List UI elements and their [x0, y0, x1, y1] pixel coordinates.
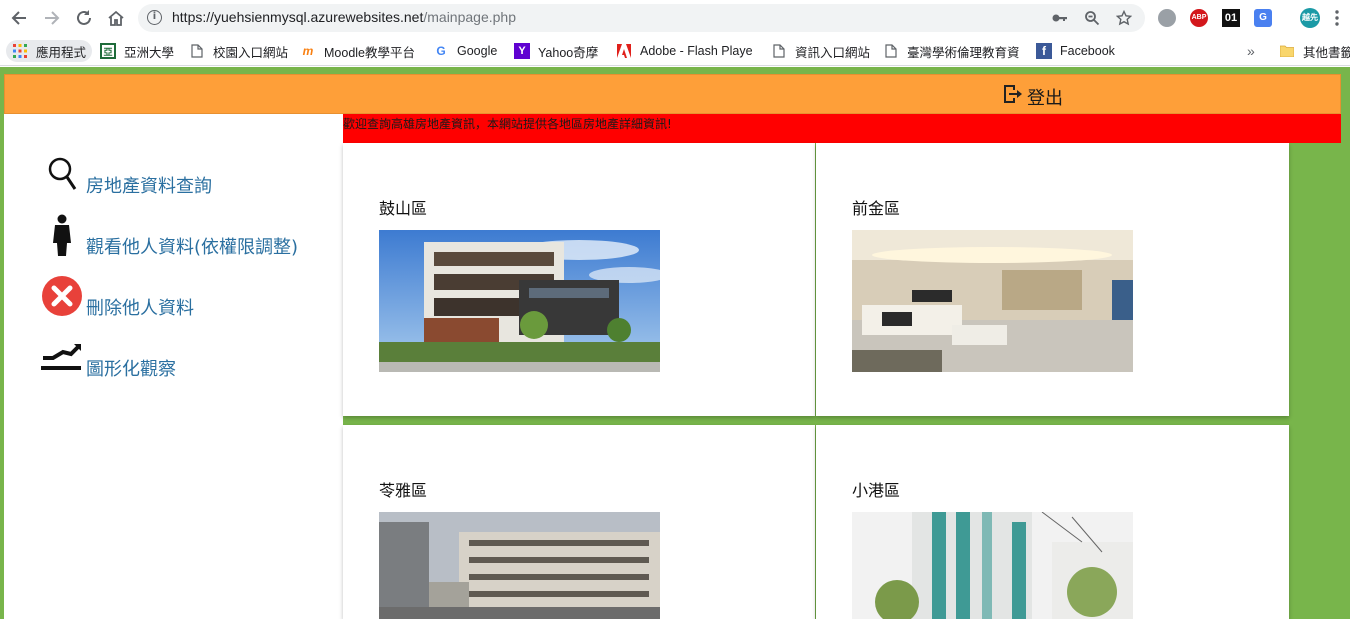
- bookmark-label: Yahoo奇摩: [538, 45, 599, 60]
- district-card-lingya[interactable]: 苓雅區: [343, 425, 815, 619]
- facebook-icon: f: [1036, 43, 1052, 59]
- zoom-icon[interactable]: [1084, 10, 1100, 26]
- logout-label: 登出: [1027, 87, 1063, 109]
- welcome-marquee: 歡迎查詢高雄房地產資訊，本網站提供各地區房地產詳細資訊!: [343, 114, 1341, 143]
- site-info-icon[interactable]: i: [147, 10, 162, 25]
- address-bar[interactable]: i https://yuehsienmysql.azurewebsites.ne…: [138, 4, 1145, 32]
- adobe-icon: [616, 43, 632, 59]
- bookmark-google[interactable]: G Google: [433, 42, 497, 60]
- bookmark-label: Facebook: [1060, 44, 1115, 58]
- bookmark-label: 其他書籤: [1303, 45, 1350, 60]
- google-icon: G: [436, 44, 446, 58]
- sidebar-item-label: 圖形化觀察: [86, 359, 176, 380]
- reload-icon[interactable]: [73, 7, 95, 29]
- extension-globe-icon[interactable]: [1158, 9, 1176, 27]
- page-body: 登出 房地產資料查詢 觀看他人資料(依權限調整) 刪除他人資料 圖形化觀察 歡迎…: [0, 67, 1350, 619]
- sidebar-item-label: 房地產資料查詢: [86, 176, 212, 197]
- bookmark-facebook[interactable]: f Facebook: [1036, 42, 1115, 60]
- living-room-photo[interactable]: [852, 230, 1133, 372]
- bookmark-adobe[interactable]: Adobe - Flash Playe: [616, 42, 753, 60]
- browser-toolbar: i https://yuehsienmysql.azurewebsites.ne…: [0, 0, 1350, 36]
- district-name: 小港區: [852, 481, 901, 500]
- forward-arrow-icon[interactable]: [41, 7, 63, 29]
- magnifier-icon: [40, 152, 84, 196]
- bookmark-label: Google: [457, 44, 498, 58]
- apps-grid-icon: [12, 43, 28, 59]
- sidebar-item-charts[interactable]: 圖形化觀察: [40, 335, 176, 380]
- logout-icon: [1001, 83, 1027, 110]
- bookmark-info-portal[interactable]: 資訊入口網站: [771, 42, 870, 60]
- delete-circle-icon: [40, 274, 84, 318]
- translate-icon[interactable]: G: [1254, 9, 1272, 27]
- sidebar-item-view-others[interactable]: 觀看他人資料(依權限調整): [40, 213, 299, 258]
- bookmark-label: 臺灣學術倫理教育資: [907, 45, 1020, 60]
- bookmark-label: 資訊入口網站: [795, 45, 871, 60]
- url-host: https://yuehsienmysql.azurewebsites.net: [172, 9, 424, 25]
- bookmark-apps[interactable]: 應用程式: [6, 40, 93, 62]
- back-arrow-icon[interactable]: [8, 7, 30, 29]
- bookmark-yahoo[interactable]: Y Yahoo奇摩: [514, 42, 598, 60]
- page-icon: [771, 43, 787, 59]
- extension-01-icon[interactable]: 01: [1222, 9, 1240, 27]
- district-card-gushan[interactable]: 鼓山區: [343, 143, 815, 416]
- bookmark-label: 應用程式: [36, 45, 87, 60]
- star-icon[interactable]: [1115, 9, 1133, 26]
- street-apartments-photo[interactable]: [379, 512, 660, 619]
- adblock-icon[interactable]: ABP: [1190, 9, 1208, 27]
- yahoo-icon: Y: [514, 43, 530, 59]
- sidebar-item-label: 刪除他人資料: [86, 298, 194, 319]
- sidebar: 房地產資料查詢 觀看他人資料(依權限調整) 刪除他人資料 圖形化觀察: [4, 114, 343, 619]
- district-name: 前金區: [852, 199, 901, 218]
- highrise-building-photo[interactable]: [852, 512, 1133, 619]
- bookmark-moodle[interactable]: m Moodle教學平台: [300, 42, 415, 60]
- modern-villa-photo[interactable]: [379, 230, 660, 372]
- sidebar-item-delete-others[interactable]: 刪除他人資料: [40, 274, 194, 319]
- bookmark-asia-univ[interactable]: 亞 亞洲大學: [100, 42, 174, 60]
- moodle-icon: m: [302, 44, 314, 58]
- district-card-xiaogang[interactable]: 小港區: [816, 425, 1289, 619]
- sidebar-item-label: 觀看他人資料(依權限調整): [86, 237, 299, 258]
- page-icon: [883, 43, 899, 59]
- bookmark-other[interactable]: 其他書籤: [1279, 42, 1350, 60]
- district-name: 苓雅區: [379, 481, 428, 500]
- more-bookmarks-chevron-icon[interactable]: »: [1247, 42, 1255, 60]
- url-text[interactable]: https://yuehsienmysql.azurewebsites.net/…: [172, 9, 516, 25]
- profile-avatar[interactable]: 越先: [1300, 8, 1320, 28]
- url-path: /mainpage.php: [423, 9, 516, 25]
- chart-trend-icon: [40, 335, 84, 379]
- menu-kebab-icon[interactable]: [1331, 7, 1343, 29]
- bookmark-label: Moodle教學平台: [324, 45, 415, 60]
- top-header-bar: 登出: [4, 74, 1341, 114]
- home-icon[interactable]: [105, 7, 127, 29]
- sidebar-item-property-search[interactable]: 房地產資料查詢: [40, 152, 212, 197]
- marquee-text: 歡迎查詢高雄房地產資訊，本網站提供各地區房地產詳細資訊!: [343, 117, 672, 131]
- bookmarks-bar: 應用程式 亞 亞洲大學 校園入口網站 m Moodle教學平台 G Google…: [0, 36, 1350, 66]
- asia-univ-icon: 亞: [100, 43, 116, 59]
- bookmark-label: 校園入口網站: [213, 45, 289, 60]
- district-card-qianjin[interactable]: 前金區: [816, 143, 1289, 416]
- person-icon: [40, 213, 84, 257]
- bookmark-campus-portal[interactable]: 校園入口網站: [189, 42, 288, 60]
- district-name: 鼓山區: [379, 199, 428, 218]
- bookmark-label: Adobe - Flash Playe: [640, 44, 753, 58]
- bookmark-ethics[interactable]: 臺灣學術倫理教育資: [883, 42, 1020, 60]
- key-icon[interactable]: [1051, 10, 1067, 26]
- folder-icon: [1279, 43, 1295, 59]
- logout-button[interactable]: 登出: [1001, 83, 1063, 110]
- bookmark-label: 亞洲大學: [124, 45, 175, 60]
- page-icon: [189, 43, 205, 59]
